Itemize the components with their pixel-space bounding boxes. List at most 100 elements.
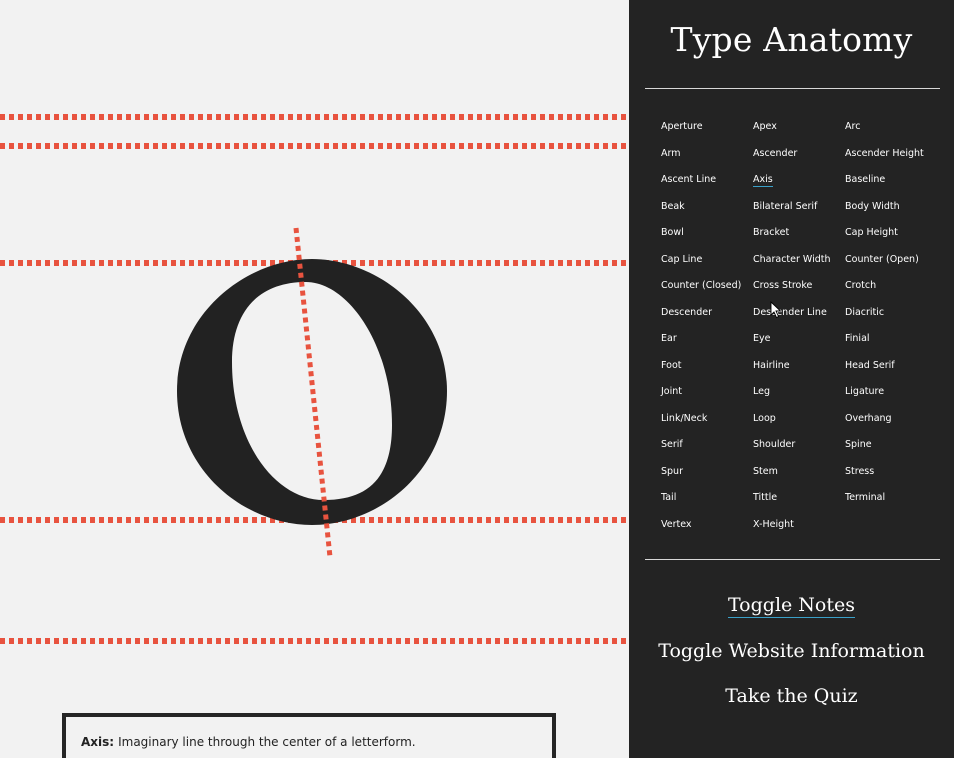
note-definition: Imaginary line through the center of a l… [118, 735, 416, 749]
term-label: Hairline [753, 359, 790, 371]
term-label: Serif [661, 439, 683, 450]
term-label: Spine [845, 439, 872, 450]
take-quiz-link[interactable]: Take the Quiz [629, 685, 954, 707]
term-arm[interactable]: Arm [661, 145, 753, 172]
term-spine[interactable]: Spine [845, 436, 945, 463]
term-label: Ligature [845, 386, 885, 397]
sidebar: Type Anatomy Aperture Apex Arc Arm Ascender A… [629, 0, 954, 758]
term-hairline[interactable]: Hairline [753, 357, 845, 384]
term-list: Aperture Apex Arc Arm Ascender Ascender Heigh… [661, 118, 951, 542]
term-finial[interactable]: Finial [845, 330, 945, 357]
term-label: Crotch [845, 280, 877, 291]
term-descender-line[interactable]: Descender Line [753, 304, 845, 331]
term-label: Arm [661, 147, 681, 159]
term-overhang[interactable]: Overhang [845, 410, 945, 437]
term-ascent-line[interactable]: Ascent Line [661, 171, 753, 198]
term-tittle[interactable]: Tittle [753, 489, 845, 516]
term-label: Stress [845, 465, 875, 477]
term-beak[interactable]: Beak [661, 198, 753, 225]
term-label: Terminal [845, 492, 886, 503]
term-terminal[interactable]: Terminal [845, 489, 945, 516]
term-arc[interactable]: Arc [845, 118, 945, 145]
glyph-illustration [0, 114, 629, 644]
term-label: Tail [661, 492, 677, 503]
term-label: X-Height [753, 518, 794, 530]
note-panel: Axis: Imaginary line through the center o… [62, 713, 556, 758]
toggle-notes-label: Toggle Notes [727, 594, 856, 618]
term-ligature[interactable]: Ligature [845, 383, 945, 410]
term-ascender-height[interactable]: Ascender Height [845, 145, 945, 172]
term-vertex[interactable]: Vertex [661, 516, 753, 543]
term-label: Axis [753, 174, 773, 187]
term-eye[interactable]: Eye [753, 330, 845, 357]
term-label: Apex [753, 121, 777, 132]
term-axis[interactable]: Axis [753, 171, 845, 198]
take-quiz-label: Take the Quiz [725, 685, 858, 707]
term-label: Shoulder [753, 439, 796, 450]
term-label: Ascent Line [661, 174, 717, 185]
term-apex[interactable]: Apex [753, 118, 845, 145]
term-diacritic[interactable]: Diacritic [845, 304, 945, 331]
term-bracket[interactable]: Bracket [753, 224, 845, 251]
term-label: Foot [661, 359, 682, 371]
term-body-width[interactable]: Body Width [845, 198, 945, 225]
term-tail[interactable]: Tail [661, 489, 753, 516]
term-label: Loop [753, 412, 776, 424]
term-label: Ear [661, 333, 677, 344]
term-label: Bilateral Serif [753, 200, 818, 212]
term-ascender[interactable]: Ascender [753, 145, 845, 172]
term-label: Eye [753, 333, 771, 344]
term-leg[interactable]: Leg [753, 383, 845, 410]
term-bilateral-serif[interactable]: Bilateral Serif [753, 198, 845, 225]
term-aperture[interactable]: Aperture [661, 118, 753, 145]
term-label: Link/Neck [661, 412, 708, 424]
term-cap-line[interactable]: Cap Line [661, 251, 753, 278]
term-label: Descender Line [753, 306, 827, 318]
mouse-cursor-icon [770, 301, 782, 319]
term-label: Descender [661, 306, 712, 318]
term-label: Body Width [845, 200, 900, 212]
term-x-height[interactable]: X-Height [753, 516, 845, 543]
term-head-serif[interactable]: Head Serif [845, 357, 945, 384]
term-baseline[interactable]: Baseline [845, 171, 945, 198]
term-label: Cross Stroke [753, 280, 813, 291]
note-text: Axis: Imaginary line through the center o… [81, 735, 416, 749]
toggle-website-info-link[interactable]: Toggle Website Information [629, 640, 954, 662]
glyph-canvas: Axis: Imaginary line through the center o… [0, 0, 629, 758]
term-counter-closed[interactable]: Counter (Closed) [661, 277, 753, 304]
term-label: Overhang [845, 412, 892, 424]
term-loop[interactable]: Loop [753, 410, 845, 437]
term-label: Aperture [661, 121, 703, 132]
term-label: Leg [753, 386, 771, 397]
term-label: Baseline [845, 174, 886, 185]
term-shoulder[interactable]: Shoulder [753, 436, 845, 463]
term-label: Bracket [753, 227, 790, 238]
toggle-notes-link[interactable]: Toggle Notes [629, 594, 954, 618]
term-label: Ascender [753, 147, 798, 159]
term-crotch[interactable]: Crotch [845, 277, 945, 304]
term-spur[interactable]: Spur [661, 463, 753, 490]
term-cap-height[interactable]: Cap Height [845, 224, 945, 251]
term-link-neck[interactable]: Link/Neck [661, 410, 753, 437]
term-label: Beak [661, 200, 685, 212]
term-ear[interactable]: Ear [661, 330, 753, 357]
term-label: Diacritic [845, 306, 885, 318]
term-stem[interactable]: Stem [753, 463, 845, 490]
term-label: Head Serif [845, 359, 895, 371]
term-label: Joint [661, 386, 682, 397]
term-descender[interactable]: Descender [661, 304, 753, 331]
term-joint[interactable]: Joint [661, 383, 753, 410]
term-label: Stem [753, 465, 778, 477]
term-bowl[interactable]: Bowl [661, 224, 753, 251]
term-counter-open[interactable]: Counter (Open) [845, 251, 945, 278]
term-label: Cap Height [845, 227, 898, 238]
term-character-width[interactable]: Character Width [753, 251, 845, 278]
term-label: Ascender Height [845, 147, 924, 159]
term-label: Cap Line [661, 253, 703, 265]
sidebar-title: Type Anatomy [670, 20, 913, 59]
term-serif[interactable]: Serif [661, 436, 753, 463]
term-foot[interactable]: Foot [661, 357, 753, 384]
term-cross-stroke[interactable]: Cross Stroke [753, 277, 845, 304]
divider [645, 88, 940, 89]
term-stress[interactable]: Stress [845, 463, 945, 490]
